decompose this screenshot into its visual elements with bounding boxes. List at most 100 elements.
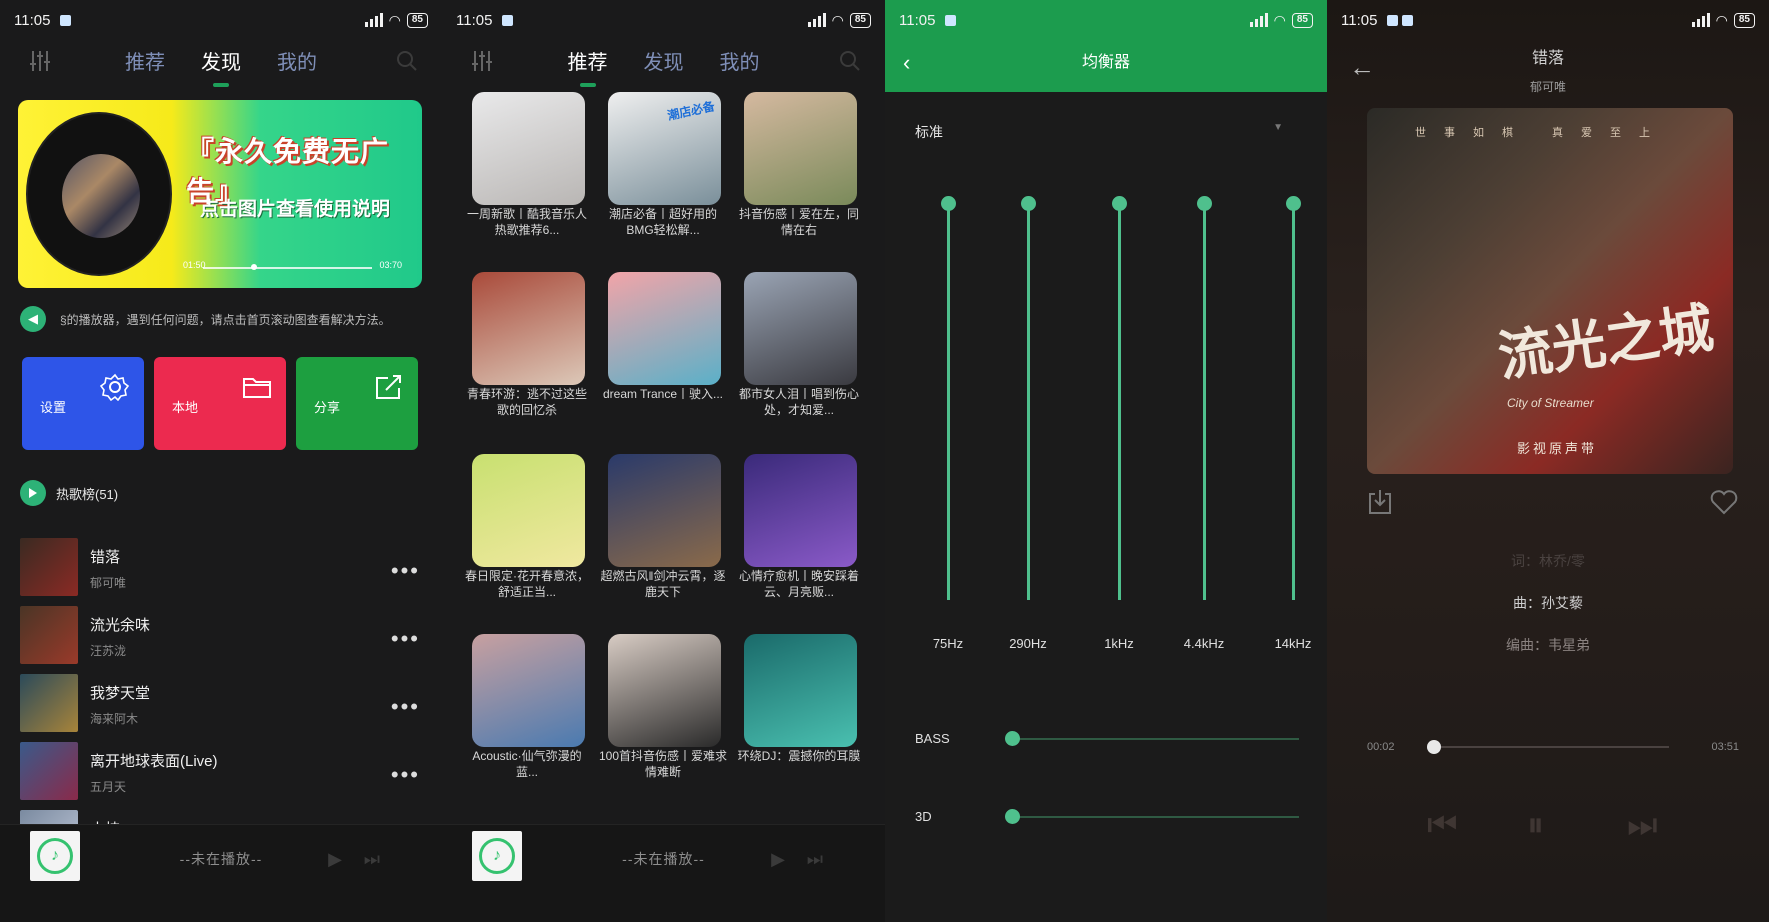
now-playing-screen: 11:05 ◠ 85 ← 错落 郁可唯 世事如棋 真爱至上 流光之城 City …: [1327, 0, 1769, 922]
slider-track: [1118, 204, 1121, 600]
signal-icon: [364, 13, 383, 27]
eq-band-slider[interactable]: 4.4kHz: [1184, 196, 1224, 656]
pause-icon[interactable]: ⏸: [1527, 806, 1544, 845]
search-icon[interactable]: [396, 50, 418, 72]
playlist-caption: dream Trance丨驶入...: [602, 387, 724, 401]
playlist-cover: 潮店必备: [608, 92, 721, 205]
previous-icon[interactable]: ⏮: [1427, 806, 1458, 845]
band-frequency: 1kHz: [1104, 636, 1134, 651]
tab-discover[interactable]: 发现: [644, 46, 684, 75]
notification-icon: [1402, 14, 1414, 26]
playlist-cover: [608, 634, 721, 747]
download-icon[interactable]: [1367, 488, 1393, 516]
share-button[interactable]: 分享: [296, 357, 418, 450]
tab-mine[interactable]: 我的: [720, 46, 760, 75]
signal-icon: [807, 13, 826, 27]
album-calligraphy: 流光之城: [1494, 295, 1718, 389]
playlist-cover: [744, 92, 857, 205]
slider-knob[interactable]: [1197, 196, 1212, 211]
mini-player[interactable]: ♪ --未在播放-- ▶ ⏭: [0, 824, 442, 922]
slider-knob[interactable]: [1112, 196, 1127, 211]
tab-mine[interactable]: 我的: [277, 46, 317, 75]
slider-knob[interactable]: [1005, 809, 1020, 824]
song-artist: 五月天: [90, 780, 127, 794]
playlist-cover: [472, 272, 585, 385]
tab-recommend[interactable]: 推荐: [568, 46, 608, 75]
song-cover: [20, 606, 78, 664]
equalizer-screen: 11:05 ◠ 85 ‹ 均衡器 标准 ▼ 75Hz 290Hz 1kHz 4.…: [885, 0, 1327, 922]
more-options-icon[interactable]: •••: [391, 558, 420, 584]
settings-button[interactable]: 设置: [22, 357, 144, 450]
playlist-tag: 潮店必备: [666, 99, 717, 123]
lyric-line: 词：林乔/零: [1511, 553, 1585, 569]
playlist-cover: [744, 454, 857, 567]
notice-marquee: ◀ §的播放器，遇到任何问题，请点击首页滚动图查看解决方法。: [20, 306, 432, 332]
seek-bar-knob[interactable]: [1427, 740, 1442, 754]
promo-banner[interactable]: 『永久免费无广告』 点击图片查看使用说明 01:50 03:70: [18, 100, 422, 288]
play-icon[interactable]: ▶: [328, 849, 342, 870]
tab-discover[interactable]: 发现: [201, 46, 241, 75]
album-top-text: 世事如棋 真爱至上: [1415, 127, 1669, 139]
status-bar: 11:05 ◠ 85: [0, 0, 442, 40]
more-options-icon[interactable]: •••: [391, 762, 420, 788]
song-row[interactable]: 错落 郁可唯 •••: [20, 536, 424, 604]
recommend-screen: 11:05 ◠ 85 推荐 发现 我的 一周新歌丨酷我音乐人热歌推荐6... 潮…: [442, 0, 885, 922]
hot-chart-header[interactable]: 热歌榜(51): [20, 480, 118, 506]
slider-knob[interactable]: [941, 196, 956, 211]
album-art: 世事如棋 真爱至上 流光之城 City of Streamer 影视原声带: [1367, 108, 1733, 474]
play-icon[interactable]: ▶: [771, 849, 785, 870]
discover-screen: 11:05 ◠ 85 推荐 发现 我的 『永久免费无广告』 点击图片查看使用说明…: [0, 0, 442, 922]
status-time: 11:05: [14, 11, 51, 29]
slider-track: [1027, 204, 1030, 600]
wifi-icon: ◠: [388, 11, 401, 28]
slider-track: [1292, 204, 1295, 600]
more-options-icon[interactable]: •••: [391, 694, 420, 720]
next-icon[interactable]: ⏭: [364, 849, 380, 870]
preset-select[interactable]: 标准: [915, 122, 943, 142]
local-music-button[interactable]: 本地: [154, 357, 286, 450]
search-icon[interactable]: [839, 50, 861, 72]
share-label: 分享: [314, 400, 341, 415]
wifi-icon: ◠: [1715, 11, 1728, 28]
band-frequency: 75Hz: [932, 636, 964, 651]
status-bar: 11:05 ◠ 85: [442, 0, 885, 40]
song-title: 错落: [1531, 50, 1564, 67]
eq-band-slider[interactable]: 290Hz: [1008, 196, 1048, 656]
eq-band-slider[interactable]: 14kHz: [1273, 196, 1313, 656]
next-icon[interactable]: ⏭: [807, 849, 823, 870]
eq-band-slider[interactable]: 1kHz: [1099, 196, 1139, 656]
song-title: 流光余味: [90, 617, 151, 634]
playlist-caption: 100首抖音伤感丨爱难求情难断: [598, 749, 728, 779]
play-circle-icon[interactable]: [20, 480, 46, 506]
band-frequency: 290Hz: [1009, 636, 1047, 651]
eq-band-slider[interactable]: 75Hz: [928, 196, 968, 656]
seek-bar[interactable]: [1427, 740, 1669, 754]
battery-icon: 85: [1291, 12, 1313, 28]
next-icon[interactable]: ⏭: [1627, 806, 1658, 845]
slider-knob[interactable]: [1286, 196, 1301, 211]
song-artist: 郁可唯: [1529, 80, 1566, 94]
song-artist: 海来阿木: [90, 712, 139, 726]
wifi-icon: ◠: [831, 11, 844, 28]
mini-player[interactable]: ♪ --未在播放-- ▶ ⏭: [442, 824, 885, 922]
3d-slider[interactable]: 3D: [915, 807, 1299, 827]
vinyl-record-image: [26, 112, 172, 276]
band-frequency: 14kHz: [1274, 636, 1312, 651]
tab-recommend[interactable]: 推荐: [125, 46, 165, 75]
song-row[interactable]: 离开地球表面(Live) 五月天 •••: [20, 740, 424, 808]
heart-icon[interactable]: [1709, 488, 1739, 516]
lyric-line: 曲：孙艾藜: [1513, 595, 1583, 611]
share-icon: [376, 375, 401, 399]
bass-slider[interactable]: BASS: [915, 729, 1299, 749]
folder-icon: [243, 378, 271, 398]
playlist-cover: [472, 454, 585, 567]
song-cover: [20, 742, 78, 800]
song-title: 我梦天堂: [90, 685, 151, 702]
slider-knob[interactable]: [1005, 731, 1020, 746]
song-row[interactable]: 我梦天堂 海来阿木 •••: [20, 672, 424, 740]
song-row[interactable]: 流光余味 汪苏泷 •••: [20, 604, 424, 672]
slider-knob[interactable]: [1021, 196, 1036, 211]
chevron-down-icon[interactable]: ▼: [1273, 122, 1283, 133]
more-options-icon[interactable]: •••: [391, 626, 420, 652]
song-cover: [20, 674, 78, 732]
